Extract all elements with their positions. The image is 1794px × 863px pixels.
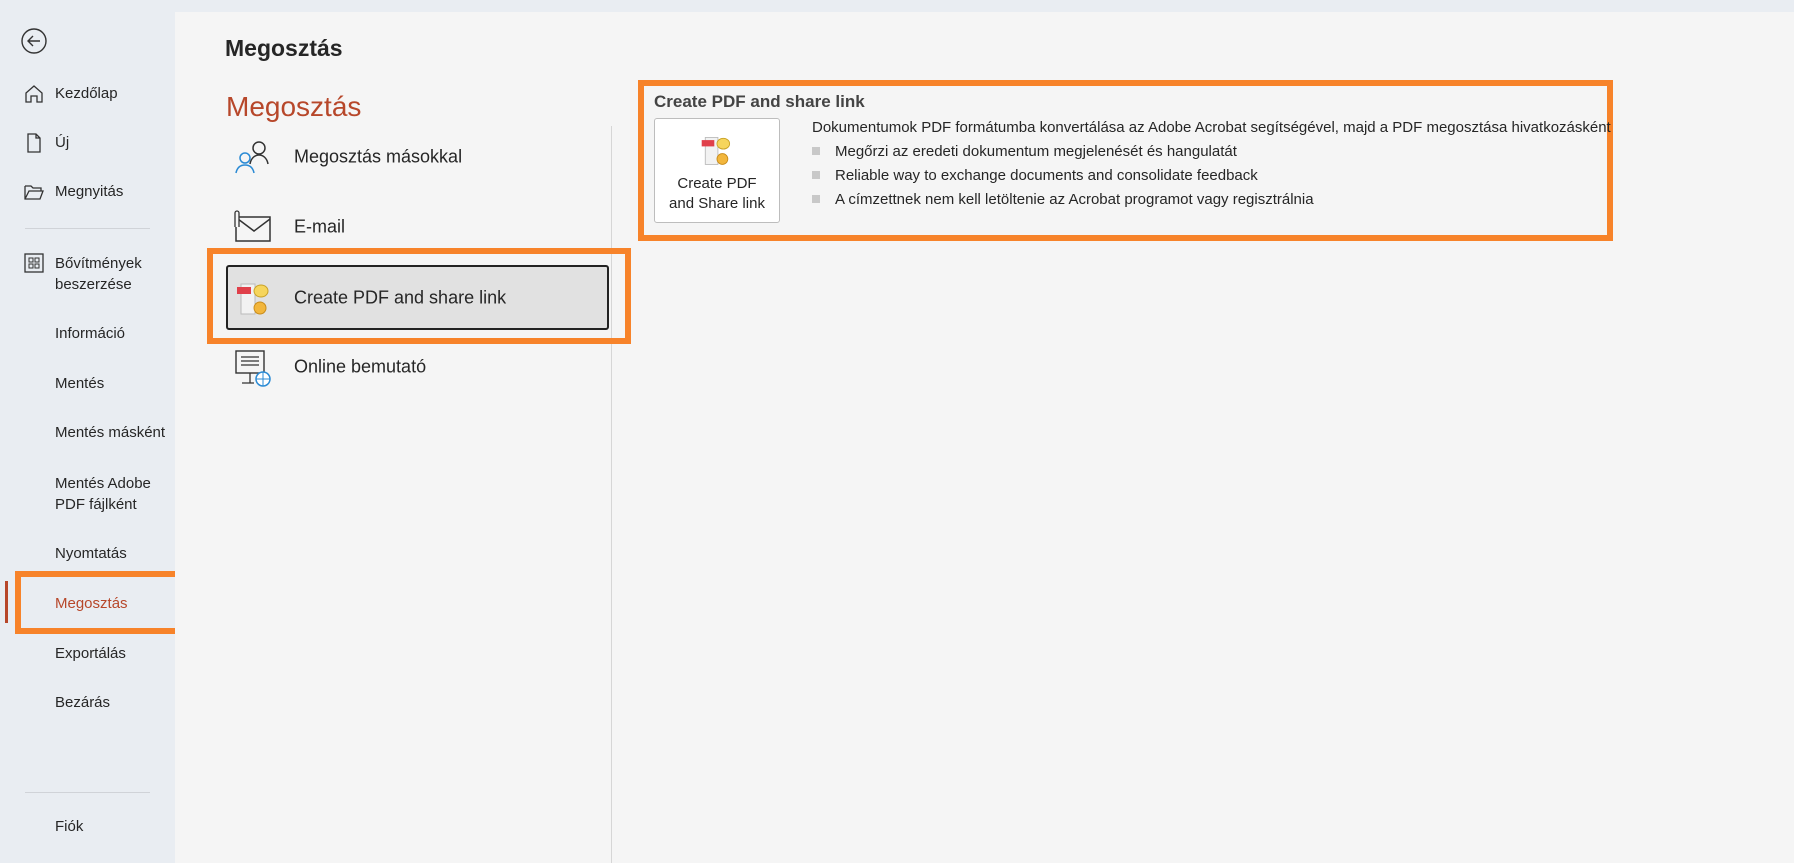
home-icon bbox=[25, 85, 43, 103]
online-presentation-icon bbox=[235, 350, 271, 387]
sidebar-label: Megnyitás bbox=[55, 183, 124, 200]
sidebar-item-close[interactable]: Bezárás bbox=[55, 692, 110, 713]
panel-divider bbox=[611, 126, 612, 863]
sidebar-item-save-adobe-pdf[interactable]: Mentés Adobe PDF fájlként bbox=[55, 473, 165, 515]
detail-title: Create PDF and share link bbox=[654, 92, 865, 111]
sidebar-label: Bővítmények beszerzése bbox=[55, 255, 142, 293]
button-label-2: and Share link bbox=[669, 195, 765, 212]
sidebar-item-save[interactable]: Mentés bbox=[55, 373, 104, 394]
sidebar-item-export[interactable]: Exportálás bbox=[55, 643, 126, 664]
highlight-box bbox=[207, 248, 631, 344]
folder-open-icon bbox=[24, 185, 44, 200]
section-title: Megosztás bbox=[226, 91, 362, 122]
sidebar-divider bbox=[25, 228, 150, 229]
sidebar-divider bbox=[25, 792, 150, 793]
back-arrow-circle-icon[interactable] bbox=[20, 27, 48, 55]
option-online-presentation[interactable]: Online bemutató bbox=[226, 335, 609, 399]
option-share-with-others[interactable]: Megosztás másokkal bbox=[226, 125, 609, 189]
pdf-share-icon bbox=[701, 136, 731, 165]
option-label: Megosztás másokkal bbox=[294, 146, 463, 167]
button-label-1: Create PDF bbox=[677, 175, 757, 192]
bullet-item: A címzettnek nem kell letöltenie az Acro… bbox=[812, 191, 1314, 208]
new-document-icon bbox=[27, 133, 41, 153]
highlight-box bbox=[15, 571, 182, 634]
detail-description: Dokumentumok PDF formátumba konvertálása… bbox=[812, 119, 1611, 136]
option-label: E-mail bbox=[294, 216, 346, 237]
create-pdf-share-link-button[interactable]: Create PDF and Share link bbox=[654, 118, 780, 223]
page-title: Megosztás bbox=[225, 35, 343, 61]
sidebar-item-save-as[interactable]: Mentés másként bbox=[55, 422, 165, 443]
sidebar-label: Új bbox=[55, 134, 70, 151]
addins-grid-icon bbox=[24, 253, 44, 273]
selected-indicator bbox=[5, 581, 8, 623]
sidebar-item-account[interactable]: Fiók bbox=[55, 816, 83, 837]
bullet-item: Megőrzi az eredeti dokumentum megjelenés… bbox=[812, 143, 1237, 160]
sidebar-item-print[interactable]: Nyomtatás bbox=[55, 543, 127, 564]
share-people-icon bbox=[235, 141, 269, 174]
sidebar-item-info[interactable]: Információ bbox=[55, 323, 125, 344]
option-label: Online bemutató bbox=[294, 356, 427, 377]
email-attachment-icon bbox=[234, 210, 271, 242]
bullet-item: Reliable way to exchange documents and c… bbox=[812, 167, 1258, 184]
sidebar-label: Kezdőlap bbox=[55, 85, 118, 102]
